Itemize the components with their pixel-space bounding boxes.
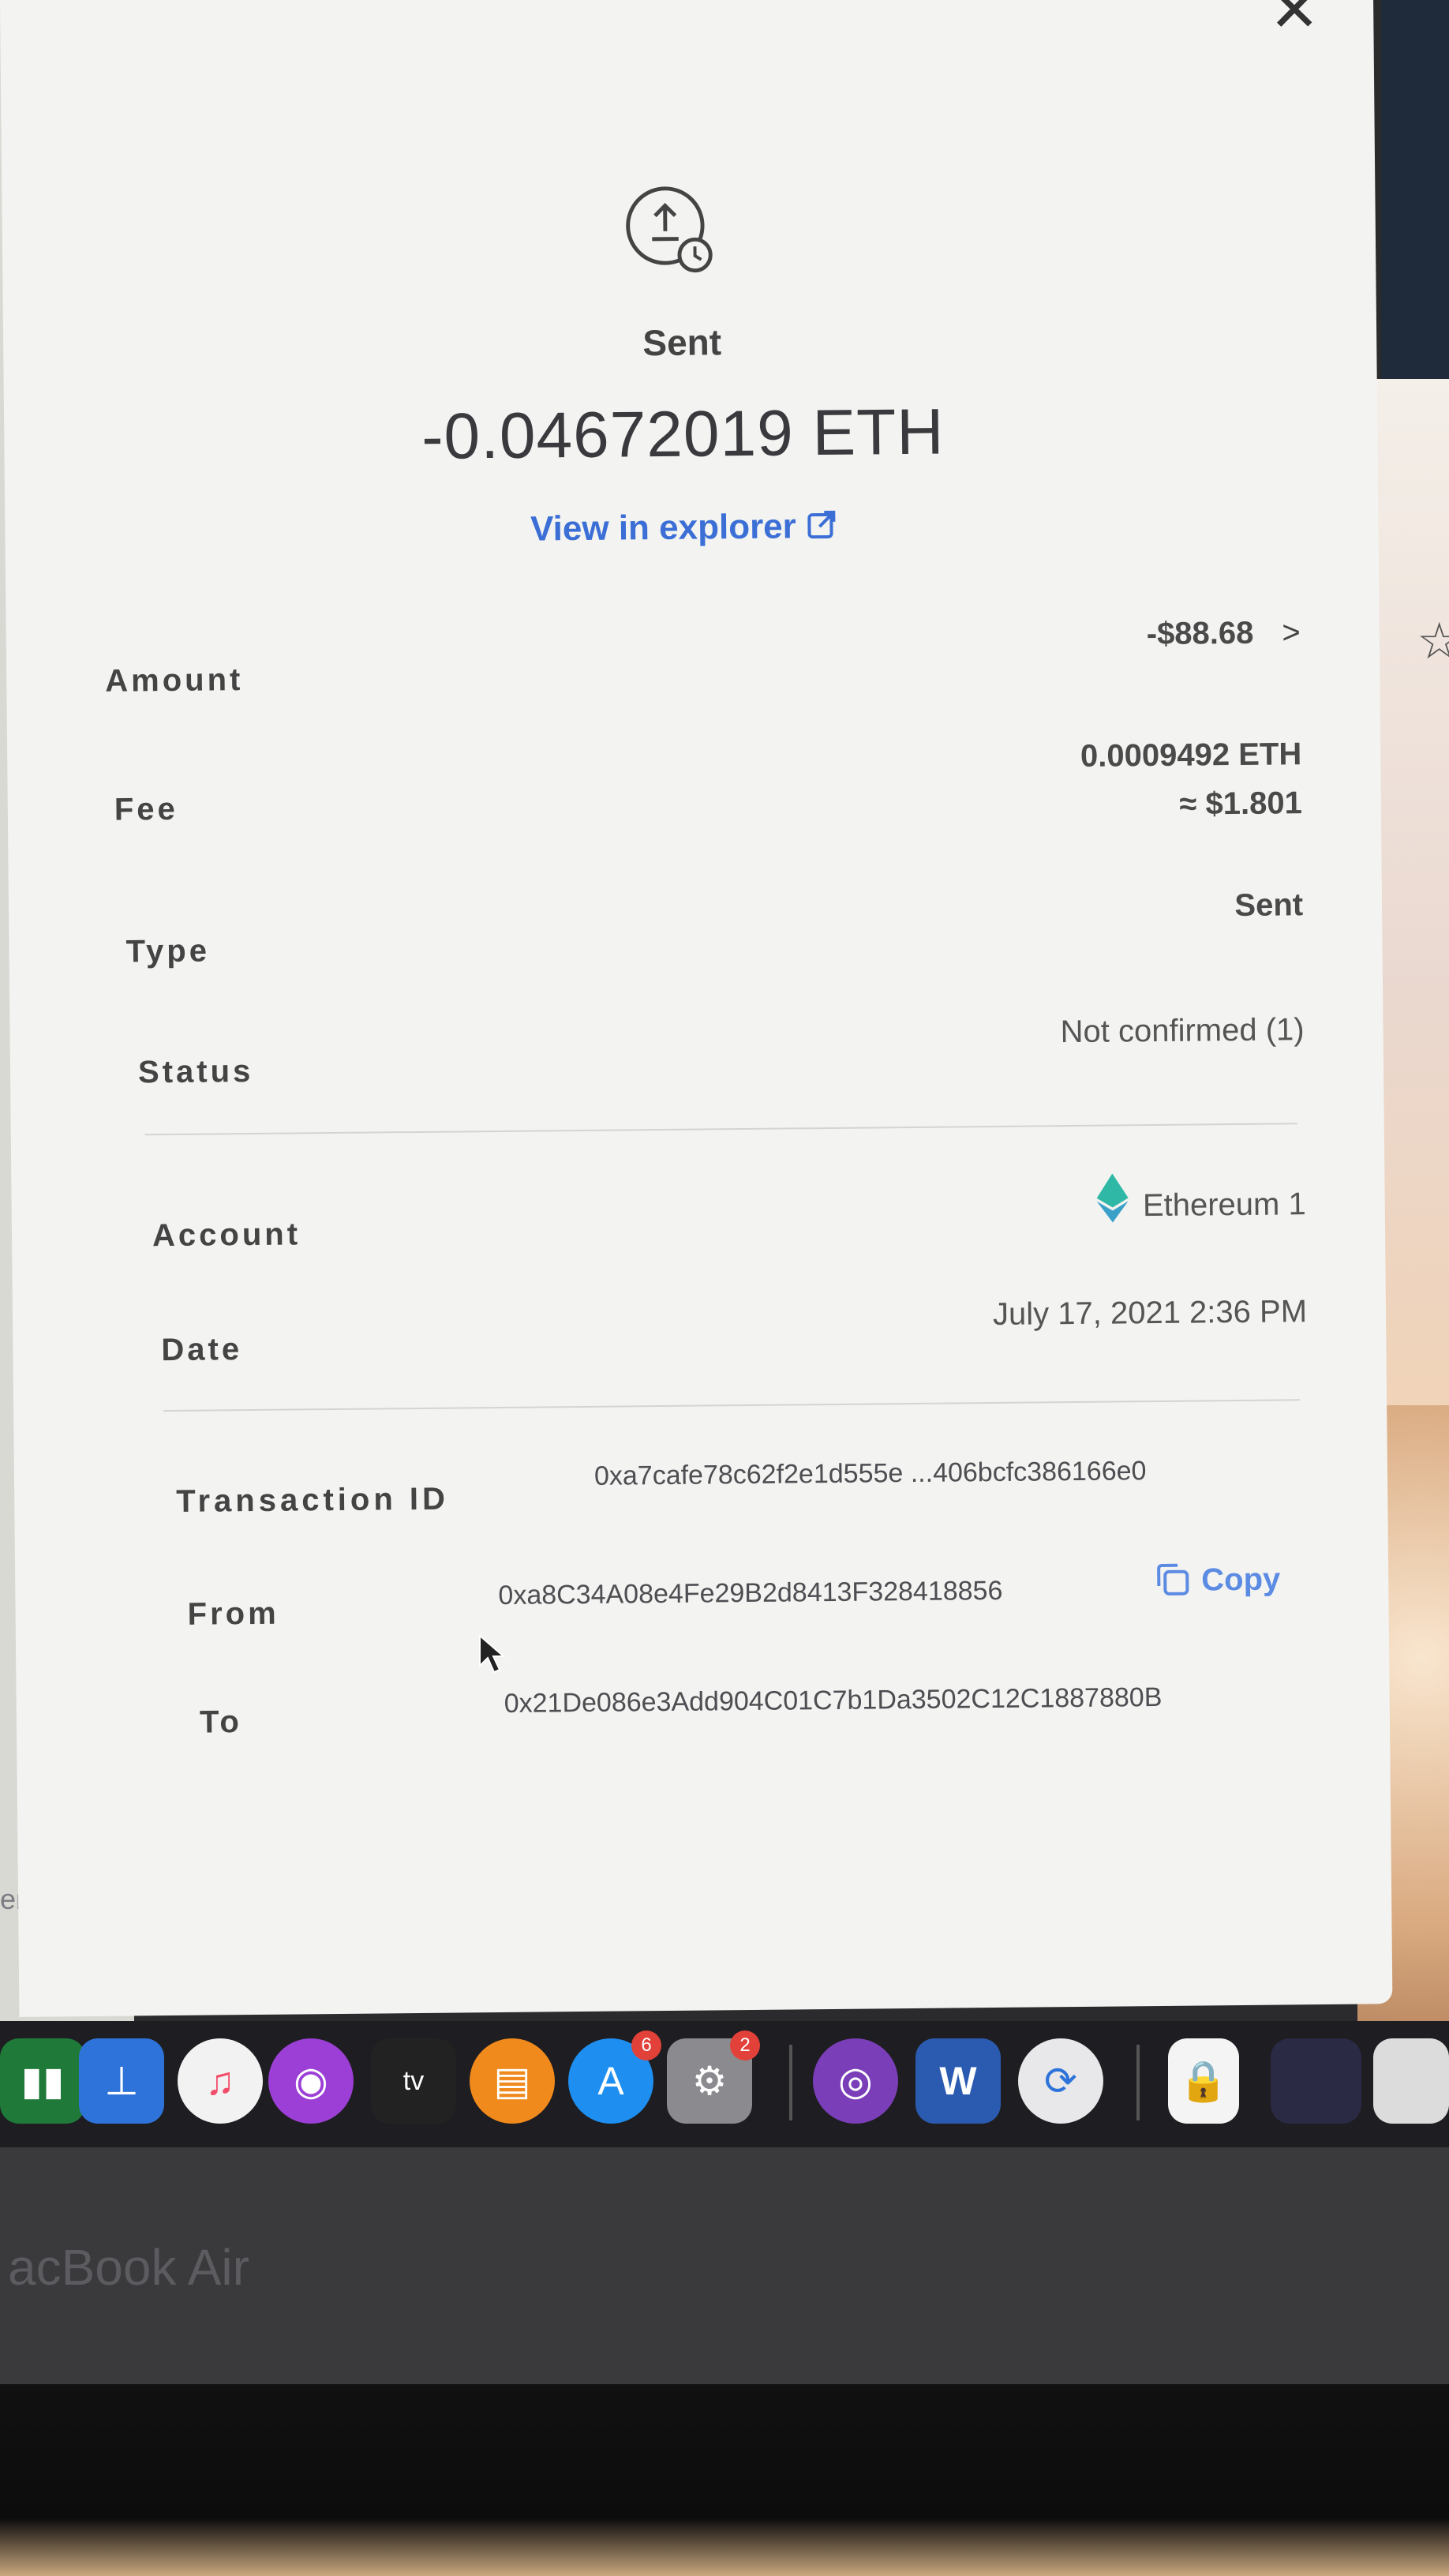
mouse-cursor-icon <box>479 1634 505 1674</box>
music-app-icon[interactable]: ♫ <box>178 2038 263 2124</box>
amount-label: Amount <box>105 662 244 699</box>
type-value: Sent <box>1234 887 1304 924</box>
laptop-hinge <box>0 2384 1449 2576</box>
status-value: Not confirmed (1) <box>1060 1012 1305 1050</box>
app-store-badge: 6 <box>631 2030 661 2060</box>
numbers-app-icon[interactable]: ▮▮ <box>0 2038 85 2124</box>
section-divider <box>144 1123 1297 1136</box>
external-link-icon <box>807 510 836 539</box>
to-label: To <box>199 1704 243 1740</box>
to-address[interactable]: 0x21De086e3Add904C01C7b1Da3502C12C188788… <box>504 1682 1163 1719</box>
close-icon[interactable]: ✕ <box>1269 0 1320 45</box>
dock-separator <box>789 2045 792 2120</box>
copy-button[interactable]: Copy <box>1154 1562 1280 1599</box>
books-app-icon[interactable]: ▤ <box>470 2038 555 2124</box>
amount-row[interactable]: -$88.68 > <box>1147 615 1301 652</box>
account-name: Ethereum 1 <box>1142 1187 1306 1224</box>
account-label: Account <box>152 1217 301 1254</box>
amount-value: -$88.68 <box>1146 615 1254 652</box>
macos-dock: ▮▮ ⊥ ♫ ◉ tv ▤ A6 ⚙ 2 ◎ W ⟳ 🔒 <box>0 2021 1449 2147</box>
device-label: acBook Air <box>8 2239 249 2296</box>
account-value[interactable]: Ethereum 1 <box>1096 1172 1306 1224</box>
tor-browser-icon[interactable]: ◎ <box>813 2038 898 2124</box>
word-label: W <box>939 2059 977 2103</box>
fee-eth: 0.0009492 ETH <box>1080 737 1302 774</box>
keynote-app-icon[interactable]: ⊥ <box>79 2038 164 2124</box>
star-icon[interactable]: ☆ <box>1417 612 1449 671</box>
safari-app-icon[interactable]: ⟳ <box>1018 2038 1103 2124</box>
section-divider-2 <box>163 1399 1301 1412</box>
word-app-icon[interactable]: W <box>915 2038 1001 2124</box>
date-label: Date <box>161 1332 243 1368</box>
tv-app-icon[interactable]: tv <box>371 2038 456 2124</box>
transaction-id-label: Transaction ID <box>176 1481 450 1519</box>
background-app-header <box>1381 0 1449 379</box>
fee-usd: ≈ $1.801 <box>1179 786 1303 822</box>
date-value: July 17, 2021 2:36 PM <box>992 1294 1308 1332</box>
fee-value: 0.0009492 ETH ≈ $1.801 <box>1080 729 1302 830</box>
transaction-amount: -0.04672019 ETH <box>421 396 945 473</box>
fee-label: Fee <box>114 791 178 827</box>
preferences-badge: 2 <box>730 2030 760 2060</box>
tv-label: tv <box>402 2065 425 2096</box>
explorer-link-label: View in explorer <box>530 507 797 549</box>
status-label: Status <box>137 1053 254 1090</box>
view-in-explorer-link[interactable]: View in explorer <box>5 501 1362 554</box>
from-address[interactable]: 0xa8C34A08e4Fe29B2d8413F328418856 <box>498 1576 1002 1611</box>
trash-icon[interactable] <box>1373 2038 1449 2124</box>
transaction-detail-sheet: ✕ Sent -0.04672019 ETH View in explorer … <box>0 0 1393 2017</box>
dock-separator-2 <box>1136 2045 1140 2120</box>
from-label: From <box>187 1595 279 1632</box>
type-label: Type <box>125 933 211 969</box>
copy-label: Copy <box>1201 1562 1281 1598</box>
chevron-right-icon: > <box>1282 615 1301 651</box>
ethereum-icon <box>1096 1173 1129 1223</box>
status-title: Sent <box>642 321 722 364</box>
copy-icon <box>1157 1563 1189 1595</box>
sent-pending-icon <box>626 186 713 273</box>
podcasts-app-icon[interactable]: ◉ <box>268 2038 354 2124</box>
transaction-id-value[interactable]: 0xa7cafe78c62f2e1d555e ...406bcfc386166e… <box>594 1456 1147 1492</box>
finder-window-thumbnail[interactable] <box>1271 2038 1361 2124</box>
preview-document-icon[interactable]: 🔒 <box>1168 2038 1239 2124</box>
system-preferences-icon[interactable]: ⚙ 2 <box>667 2030 760 2124</box>
app-store-icon[interactable]: A6 <box>568 2030 661 2124</box>
